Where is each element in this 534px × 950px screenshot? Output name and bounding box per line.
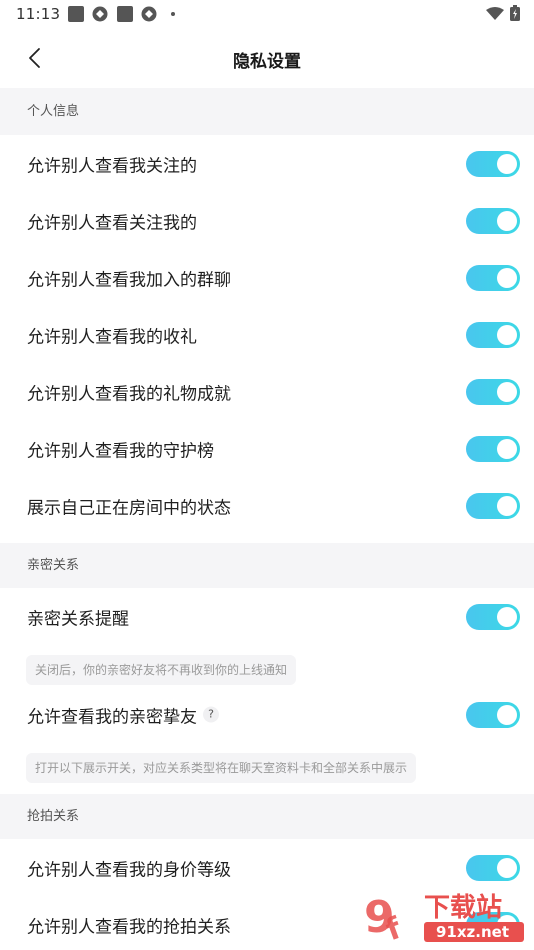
watermark-title: 下载站 — [424, 893, 502, 923]
row-label: 允许别人查看我的礼物成就 — [27, 384, 231, 404]
intimate-notes-block: 打开以下展示开关，对应关系类型将在聊天室资料卡和全部关系中展示 — [0, 743, 534, 794]
row-label: 展示自己正在房间中的状态 — [27, 498, 231, 518]
row-allow-view-gift-achievements[interactable]: 允许别人查看我的礼物成就 — [0, 363, 534, 420]
toggle-switch[interactable] — [466, 378, 520, 405]
row-allow-view-guardian-list[interactable]: 允许别人查看我的守护榜 — [0, 420, 534, 477]
toggle-knob — [497, 153, 517, 174]
toggle-knob — [497, 381, 517, 402]
toggle-knob — [497, 704, 517, 725]
battery-icon — [510, 5, 520, 25]
row-allow-view-groups[interactable]: 允许别人查看我加入的群聊 — [0, 249, 534, 306]
toggle-switch[interactable] — [466, 207, 520, 234]
row-intimate-relation-reminder[interactable]: 亲密关系提醒 — [0, 588, 534, 645]
wifi-icon — [486, 6, 504, 25]
row-allow-view-close-friends[interactable]: 允许查看我的亲密挚友 ? — [0, 686, 534, 743]
header: 隐私设置 — [0, 28, 534, 88]
toggle-switch[interactable] — [466, 854, 520, 881]
toggle-knob — [497, 495, 517, 516]
notification-icon — [117, 6, 133, 22]
row-label: 允许查看我的亲密挚友 ? — [27, 702, 219, 727]
toggle-knob — [497, 438, 517, 459]
hint-text: 打开以下展示开关，对应关系类型将在聊天室资料卡和全部关系中展示 — [26, 753, 417, 783]
notification-icon — [68, 6, 84, 22]
section-header-personal-info: 个人信息 — [0, 88, 534, 135]
section-header-intimate-relations: 亲密关系 — [0, 543, 534, 588]
row-label: 允许别人查看关注我的 — [27, 213, 197, 233]
section-header-auction-relations: 抢拍关系 — [0, 794, 534, 839]
help-icon[interactable]: ? — [203, 706, 219, 723]
app-notification-icon — [92, 6, 108, 22]
toggle-switch[interactable] — [466, 321, 520, 348]
row-label: 亲密关系提醒 — [27, 609, 129, 629]
status-time: 11:13 — [16, 5, 61, 23]
row-label: 允许别人查看我关注的 — [27, 156, 197, 176]
toggle-knob — [497, 324, 517, 345]
more-notifications-icon — [171, 12, 175, 16]
toggle-knob — [497, 857, 517, 878]
hint-text: 关闭后，你的亲密好友将不再收到你的上线通知 — [26, 655, 297, 685]
row-allow-view-followers[interactable]: 允许别人查看关注我的 — [0, 192, 534, 249]
row-label: 允许别人查看我的收礼 — [27, 327, 197, 347]
watermark-url: 91xz.net — [436, 923, 509, 941]
toggle-switch[interactable] — [466, 603, 520, 630]
status-bar: 11:13 — [0, 0, 534, 28]
toggle-switch[interactable] — [466, 701, 520, 728]
row-show-room-status[interactable]: 展示自己正在房间中的状态 — [0, 477, 534, 534]
row-label: 允许别人查看我的抢拍关系 — [27, 917, 231, 937]
toggle-knob — [497, 267, 517, 288]
toggle-switch[interactable] — [466, 150, 520, 177]
row-allow-view-following[interactable]: 允许别人查看我关注的 — [0, 135, 534, 192]
row-label: 允许别人查看我加入的群聊 — [27, 270, 231, 290]
toggle-switch[interactable] — [466, 492, 520, 519]
row-allow-view-gifts-received[interactable]: 允许别人查看我的收礼 — [0, 306, 534, 363]
row-label: 允许别人查看我的身价等级 — [27, 860, 231, 880]
toggle-knob — [497, 210, 517, 231]
site-watermark-logo: 9 f 下载站 91xz.net — [360, 886, 528, 948]
row-label-text: 允许查看我的亲密挚友 — [27, 707, 197, 727]
toggle-switch[interactable] — [466, 435, 520, 462]
row-label: 允许别人查看我的守护榜 — [27, 441, 214, 461]
page-title: 隐私设置 — [233, 52, 301, 72]
toggle-switch[interactable] — [466, 264, 520, 291]
toggle-knob — [497, 606, 517, 627]
app-notification-icon — [141, 6, 157, 22]
